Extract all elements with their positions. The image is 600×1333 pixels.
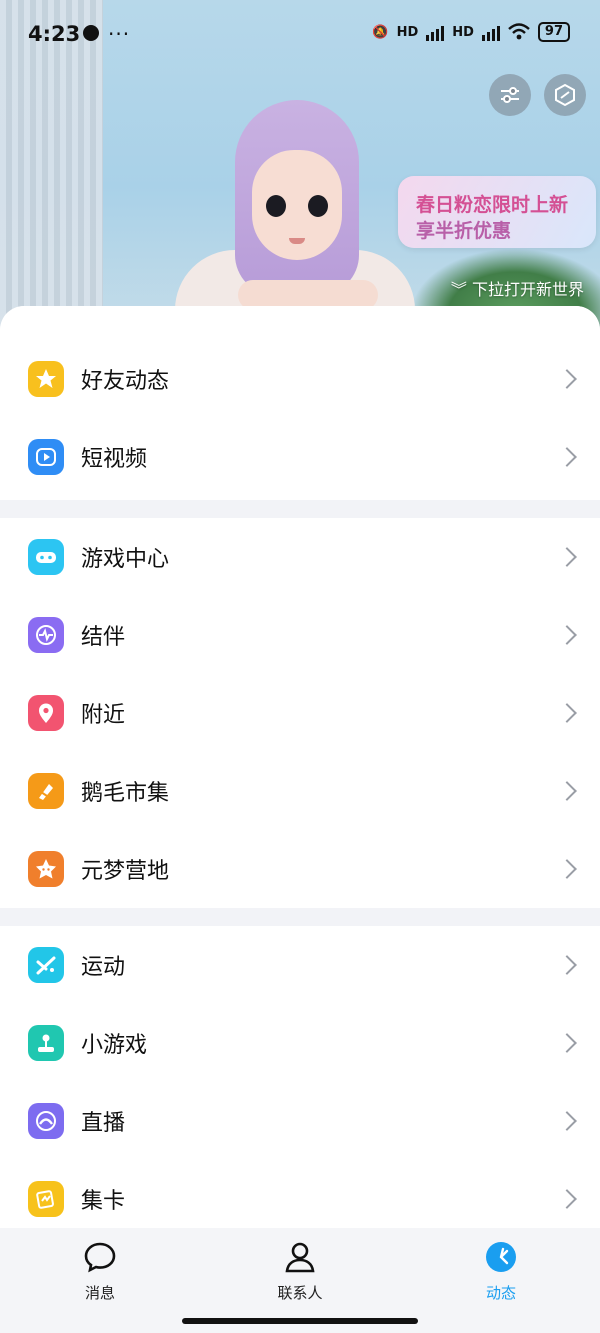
menu-sheet: 好友动态 短视频 游戏中心 结伴 附近 鹅毛市集 元梦营地 运动 小游戏 直播 …	[0, 306, 600, 1228]
home-indicator[interactable]	[182, 1318, 418, 1324]
menu-item-label: 游戏中心	[81, 547, 170, 572]
menu-item-camp[interactable]: 元梦营地	[0, 830, 600, 908]
short-video-play-icon	[28, 439, 64, 475]
menu-group-3: 运动 小游戏 直播 集卡	[0, 926, 600, 1228]
chevron-right-icon	[557, 703, 577, 723]
promo-line2: 享半折优惠	[416, 220, 512, 242]
menu-item-companion[interactable]: 结伴	[0, 596, 600, 674]
message-bubble-icon	[84, 1242, 116, 1273]
contact-person-icon	[285, 1242, 315, 1273]
menu-item-label: 元梦营地	[81, 859, 170, 884]
menu-item-label: 短视频	[81, 447, 148, 472]
menu-item-short-video[interactable]: 短视频	[0, 418, 600, 496]
running-icon	[28, 947, 64, 983]
star-face-icon	[28, 851, 64, 887]
chevron-right-icon	[557, 781, 577, 801]
promo-line1: 春日粉恋限时上新	[416, 194, 569, 216]
menu-item-cards[interactable]: 集卡	[0, 1160, 600, 1228]
chevron-right-icon	[557, 1111, 577, 1131]
tab-label: 联系人	[277, 1284, 323, 1302]
system-icons: 🔕 HD HD 97	[372, 22, 570, 42]
menu-item-label: 集卡	[81, 1189, 126, 1214]
menu-item-label: 附近	[81, 703, 126, 728]
live-arc-icon	[28, 1103, 64, 1139]
hexagon-button[interactable]	[544, 74, 586, 116]
battery-icon: 97	[537, 22, 570, 42]
menu-group-2: 游戏中心 结伴 附近 鹅毛市集 元梦营地	[0, 518, 600, 908]
menu-group-1: 好友动态 短视频	[0, 340, 600, 500]
signal-icon-1	[426, 23, 445, 41]
tab-label: 消息	[84, 1284, 115, 1302]
divider	[0, 908, 600, 926]
menu-item-label: 运动	[81, 955, 126, 980]
chevron-right-icon	[557, 1033, 577, 1053]
settings-sliders-button[interactable]	[489, 74, 531, 116]
status-time: 4:23	[28, 22, 81, 46]
feather-tag-icon	[28, 773, 64, 809]
gamepad-icon	[28, 539, 64, 575]
pull-hint-text: 下拉打开新世界	[471, 280, 584, 299]
wifi-icon	[508, 23, 530, 40]
chevron-right-icon	[557, 447, 577, 467]
tab-dynamic[interactable]: 动态	[441, 1240, 561, 1303]
divider	[0, 500, 600, 518]
dynamic-star-icon	[486, 1242, 516, 1272]
double-chevron-down-icon: ︾	[450, 280, 467, 299]
joystick-icon	[28, 1025, 64, 1061]
menu-item-mini-games[interactable]: 小游戏	[0, 1004, 600, 1082]
pull-hint: ︾ 下拉打开新世界	[451, 276, 584, 300]
signal-icon-2	[481, 23, 500, 41]
menu-item-nearby[interactable]: 附近	[0, 674, 600, 752]
friend-feed-star-icon	[28, 361, 64, 397]
hd-label-2: HD	[452, 24, 474, 40]
menu-item-market[interactable]: 鹅毛市集	[0, 752, 600, 830]
chevron-right-icon	[557, 859, 577, 879]
cards-icon	[28, 1181, 64, 1217]
mute-bell-icon: 🔕	[372, 24, 389, 40]
hd-label-1: HD	[396, 24, 419, 40]
menu-item-sports[interactable]: 运动	[0, 926, 600, 1004]
menu-item-friend-feed[interactable]: 好友动态	[0, 340, 600, 418]
app-dot-icon	[83, 25, 99, 41]
more-dots-icon: ···	[108, 22, 131, 46]
menu-item-live[interactable]: 直播	[0, 1082, 600, 1160]
chevron-right-icon	[557, 369, 577, 389]
menu-item-label: 小游戏	[81, 1033, 148, 1058]
sliders-icon	[501, 87, 519, 103]
avatar-right-eye	[308, 195, 328, 217]
promo-bubble[interactable]: 春日粉恋限时上新 享半折优惠	[398, 176, 596, 248]
menu-item-label: 结伴	[81, 625, 126, 650]
chevron-right-icon	[557, 1189, 577, 1209]
menu-item-game-center[interactable]: 游戏中心	[0, 518, 600, 596]
tab-label: 动态	[485, 1284, 516, 1302]
chevron-right-icon	[557, 625, 577, 645]
tab-messages[interactable]: 消息	[40, 1240, 160, 1303]
chevron-right-icon	[557, 547, 577, 567]
hexagon-icon	[555, 83, 575, 107]
avatar-left-eye	[266, 195, 286, 217]
menu-item-label: 好友动态	[81, 369, 170, 394]
status-bar: 4:23 ··· 🔕 HD HD 97	[0, 0, 600, 68]
chevron-right-icon	[557, 955, 577, 975]
location-pin-icon	[28, 695, 64, 731]
sheet-top-padding	[0, 306, 600, 340]
tab-contacts[interactable]: 联系人	[240, 1240, 360, 1303]
pulse-icon	[28, 617, 64, 653]
menu-item-label: 鹅毛市集	[81, 781, 170, 806]
menu-item-label: 直播	[81, 1111, 126, 1136]
